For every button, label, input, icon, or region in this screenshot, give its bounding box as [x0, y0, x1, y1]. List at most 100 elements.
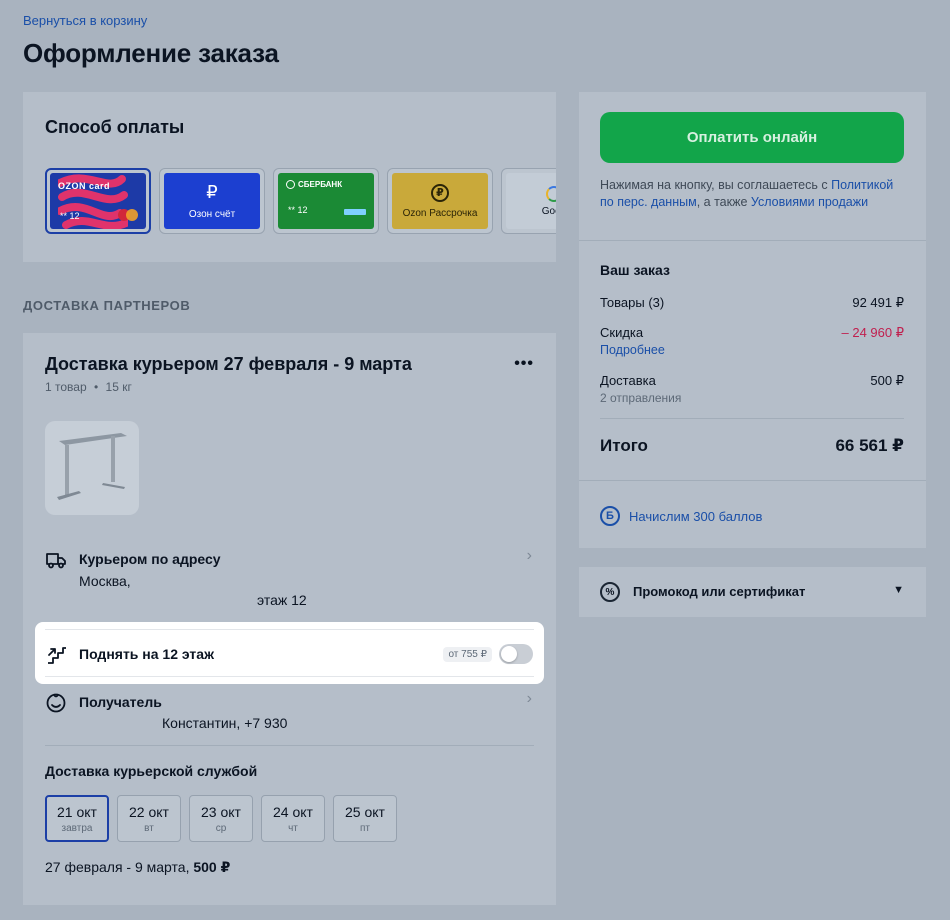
ruble-circle-icon: ₽	[431, 183, 449, 202]
discount-details-link[interactable]: Подробнее	[600, 343, 904, 357]
shipments-count: 2 отправления	[600, 391, 682, 405]
delivery-summary-range: 27 февраля - 9 марта,	[45, 859, 190, 875]
lift-title: Поднять на 12 этаж	[79, 646, 215, 662]
desk-frame-image	[57, 433, 127, 500]
discount-value: – 24 960 ₽	[841, 325, 905, 340]
bonus-points-text: Начислим 300 баллов	[629, 508, 763, 524]
bonus-points-icon: Б	[600, 506, 620, 526]
date-option-weekday: пт	[360, 822, 370, 834]
ozon-installment-label: Ozon Рассрочка	[402, 207, 478, 219]
delivery-cost-value: 500 ₽	[870, 373, 904, 388]
total-divider	[600, 418, 904, 419]
ozon-card-brand: OZON card	[58, 181, 111, 191]
discount-label: Скидка	[600, 325, 644, 340]
recipient-chevron-icon[interactable]: ›	[527, 690, 532, 708]
sberbank-card-number: ** 12	[288, 205, 308, 215]
lift-toggle-knob	[501, 646, 517, 662]
google-pay-label: Goog	[541, 205, 556, 217]
delivery-divider	[45, 745, 534, 746]
payment-ozon-installment[interactable]: ₽ Ozon Рассрочка	[387, 168, 493, 234]
order-divider	[579, 240, 926, 241]
date-option-weekday: чт	[288, 822, 298, 834]
sberbank-logo-icon: СБЕРБАНК	[286, 180, 342, 189]
date-option-date: 21 окт	[57, 803, 97, 820]
courier-service-heading: Доставка курьерской службой	[45, 763, 258, 779]
item-count: 1 товар	[45, 380, 87, 394]
bonus-points-link[interactable]: Б Начислим 300 баллов	[600, 506, 762, 526]
recipient-icon	[46, 693, 66, 713]
lift-price-badge: от 755 ₽	[443, 647, 492, 662]
meta-separator: •	[93, 380, 99, 394]
date-option-date: 23 окт	[201, 803, 241, 820]
order-summary-card: Оплатить онлайн Нажимая на кнопку, вы со…	[579, 92, 926, 548]
lift-row-divider-top	[45, 629, 534, 630]
delivery-title: Доставка курьером 27 февраля - 9 марта	[45, 354, 412, 374]
date-option-date: 22 окт	[129, 803, 169, 820]
recipient-title: Получатель	[79, 694, 162, 710]
date-option-date: 24 окт	[273, 803, 313, 820]
sberbank-brand: СБЕРБАНК	[298, 180, 343, 189]
consent-text-1: Нажимая на кнопку, вы соглашаетесь с	[600, 178, 828, 192]
payment-sberbank-card[interactable]: СБЕРБАНК ** 12	[273, 168, 379, 234]
payment-method-title: Способ оплаты	[45, 117, 185, 137]
date-option[interactable]: 21 окт завтра	[45, 795, 109, 842]
item-weight: 15 кг	[105, 380, 132, 394]
promo-code-label: Промокод или сертификат	[633, 584, 806, 599]
goods-label: Товары (3)	[600, 295, 665, 310]
ruble-icon: ₽	[206, 182, 218, 202]
date-option[interactable]: 23 окт ср	[189, 795, 253, 842]
more-dots-icon[interactable]: •••	[514, 355, 534, 373]
page-title: Оформление заказа	[23, 38, 279, 68]
mastercard-icon	[118, 209, 138, 221]
lift-row-divider-bottom	[45, 676, 534, 677]
delivery-card: Доставка курьером 27 февраля - 9 марта •…	[23, 333, 556, 905]
date-option-date: 25 окт	[345, 803, 385, 820]
address-title: Курьером по адресу	[79, 551, 221, 567]
goods-value: 92 491 ₽	[852, 295, 904, 310]
recipient-value: Константин, +7 930	[162, 715, 288, 731]
delivery-cost-line: Доставка 2 отправления 500 ₽	[600, 373, 904, 405]
payment-ozon-card[interactable]: OZON card ** 12	[45, 168, 151, 234]
date-option[interactable]: 22 окт вт	[117, 795, 181, 842]
mir-icon	[344, 209, 366, 215]
product-thumbnail[interactable]	[45, 421, 139, 515]
date-option[interactable]: 24 окт чт	[261, 795, 325, 842]
address-city: Москва,	[79, 573, 131, 589]
order-title: Ваш заказ	[600, 262, 670, 278]
payment-methods-list: OZON card ** 12 ₽ Озон счёт СБЕРБАНК ** …	[45, 168, 556, 234]
payment-google-pay[interactable]: G Goog	[501, 168, 556, 234]
sale-terms-link[interactable]: Условиями продажи	[751, 195, 868, 209]
address-chevron-icon[interactable]: ›	[527, 547, 532, 565]
delivery-summary: 27 февраля - 9 марта, 500 ₽	[45, 859, 230, 876]
bonus-divider	[579, 480, 926, 481]
ozon-card-number: ** 12	[60, 211, 80, 221]
delivery-cost-label: Доставка	[600, 373, 656, 388]
consent-text: Нажимая на кнопку, вы соглашаетесь с Пол…	[600, 177, 910, 211]
google-icon: G	[546, 185, 556, 202]
date-option-weekday: вт	[144, 822, 154, 834]
back-to-cart-link[interactable]: Вернуться в корзину	[23, 13, 147, 28]
chevron-down-icon[interactable]: ▼	[893, 584, 904, 596]
goods-line: Товары (3) 92 491 ₽	[600, 295, 904, 310]
date-option[interactable]: 25 окт пт	[333, 795, 397, 842]
date-option-weekday: ср	[215, 822, 227, 834]
truck-icon	[46, 553, 66, 569]
payment-ozon-account[interactable]: ₽ Озон счёт	[159, 168, 265, 234]
partner-delivery-heading: ДОСТАВКА ПАРТНЕРОВ	[23, 298, 191, 313]
total-value: 66 561 ₽	[835, 436, 904, 455]
discount-line: Скидка Подробнее – 24 960 ₽	[600, 325, 904, 357]
payment-method-card: Способ оплаты OZON card ** 12 ₽ Озон счё…	[23, 92, 556, 262]
stairs-icon	[48, 647, 66, 664]
date-picker: 21 окт завтра 22 окт вт 23 окт ср 24 окт чт …	[45, 795, 397, 842]
total-label: Итого	[600, 436, 648, 455]
lift-to-floor-row: Поднять на 12 этаж от 755 ₽	[35, 622, 544, 684]
lift-toggle[interactable]	[499, 644, 533, 664]
total-line: Итого 66 561 ₽	[600, 436, 904, 456]
address-floor: этаж 12	[257, 592, 307, 608]
promo-code-row[interactable]: % Промокод или сертификат ▼	[579, 567, 926, 617]
ozon-account-label: Озон счёт	[188, 209, 236, 220]
delivery-summary-price: 500 ₽	[193, 859, 231, 875]
date-option-weekday: завтра	[61, 822, 93, 834]
delivery-meta: 1 товар • 15 кг	[45, 380, 132, 394]
pay-online-button[interactable]: Оплатить онлайн	[600, 112, 904, 163]
